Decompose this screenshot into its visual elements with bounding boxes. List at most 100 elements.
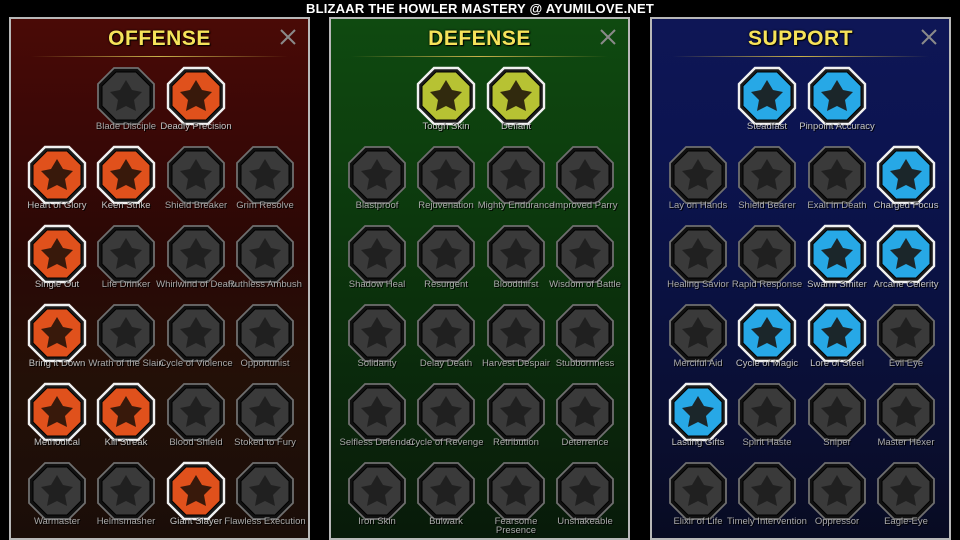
skill-support-0[interactable]: Steadfast	[727, 66, 807, 146]
skill-defense-2[interactable]: Blastproof	[337, 145, 417, 225]
skill-label: Grim Resolve	[236, 200, 294, 211]
skill-label: Unshakeable	[557, 516, 613, 527]
skill-support-6[interactable]: Healing Savior	[658, 224, 738, 304]
evil-eye-icon	[877, 304, 935, 362]
support-title: SUPPORT	[652, 19, 949, 57]
hourglass-icon	[417, 304, 475, 362]
target-hand-icon	[807, 66, 867, 126]
close-x-icon[interactable]	[598, 27, 618, 47]
praying-hands-icon	[669, 146, 727, 204]
skill-support-20[interactable]: Oppressor	[797, 461, 877, 538]
lightning-swarm-icon	[807, 224, 867, 284]
armor-plates-icon	[416, 66, 476, 126]
skill-label: Wisdom of Battle	[549, 279, 621, 290]
skill-defense-3[interactable]: Rejuvenation	[406, 145, 486, 225]
hooded-skull-icon	[738, 462, 796, 520]
skill-offense-6[interactable]: Single Out	[17, 224, 97, 304]
speed-figures-icon	[876, 224, 936, 284]
burning-skull-icon	[487, 383, 545, 441]
skill-support-4[interactable]: Exalt in Death	[797, 145, 877, 225]
skill-label: Flawless Execution	[224, 516, 306, 527]
skill-defense-13[interactable]: Stubbornness	[545, 303, 625, 383]
skill-offense-10[interactable]: Bring it Down	[17, 303, 97, 383]
skill-offense-19[interactable]: Helmsmasher	[86, 461, 166, 538]
skill-defense-4[interactable]: Mighty Endurance	[476, 145, 556, 225]
skill-offense-18[interactable]: Warmaster	[17, 461, 97, 538]
skill-support-5[interactable]: Charged Focus	[866, 145, 946, 225]
skill-offense-5[interactable]: Grim Resolve	[225, 145, 305, 225]
skill-support-13[interactable]: Evil Eye	[866, 303, 946, 383]
skill-defense-14[interactable]: Selfless Defender	[337, 382, 417, 462]
skill-offense-3[interactable]: Keen Strike	[86, 145, 166, 225]
skill-offense-8[interactable]: Whirlwind of Death	[156, 224, 236, 304]
skill-defense-8[interactable]: Bloodthirst	[476, 224, 556, 304]
skill-offense-16[interactable]: Blood Shield	[156, 382, 236, 462]
skill-support-19[interactable]: Timely Intervention	[727, 461, 807, 538]
skill-support-17[interactable]: Master Hexer	[866, 382, 946, 462]
demon-face-icon	[487, 462, 545, 520]
skill-support-2[interactable]: Lay on Hands	[658, 145, 738, 225]
skill-label: Arcane Celerity	[873, 279, 939, 290]
skull-smoke-icon	[808, 146, 866, 204]
skill-offense-20[interactable]: Giant Slayer	[156, 461, 236, 538]
skill-defense-16[interactable]: Retribution	[476, 382, 556, 462]
chest-armor-icon	[348, 146, 406, 204]
skill-support-16[interactable]: Sniper	[797, 382, 877, 462]
chained-heart-icon	[669, 304, 727, 362]
skill-defense-17[interactable]: Deterrence	[545, 382, 625, 462]
blade-arc-icon	[556, 383, 614, 441]
skill-support-1[interactable]: Pinpoint Accuracy	[797, 66, 877, 146]
whirlwind-icon	[167, 225, 225, 283]
skill-defense-10[interactable]: Solidarity	[337, 303, 417, 383]
skill-defense-15[interactable]: Cycle of Revenge	[406, 382, 486, 462]
skill-offense-11[interactable]: Wrath of the Slain	[86, 303, 166, 383]
skill-support-3[interactable]: Shield Bearer	[727, 145, 807, 225]
defender-icon	[348, 383, 406, 441]
skill-offense-12[interactable]: Cycle of Violence	[156, 303, 236, 383]
skill-defense-6[interactable]: Shadow Heal	[337, 224, 417, 304]
skill-offense-2[interactable]: Heart of Glory	[17, 145, 97, 225]
skill-offense-17[interactable]: Stoked to Fury	[225, 382, 305, 462]
skill-defense-12[interactable]: Harvest Despair	[476, 303, 556, 383]
heart-skull-icon	[487, 225, 545, 283]
charged-hand-icon	[876, 145, 936, 205]
skill-offense-13[interactable]: Opportunist	[225, 303, 305, 383]
skill-offense-7[interactable]: Life Drinker	[86, 224, 166, 304]
skill-defense-5[interactable]: Improved Parry	[545, 145, 625, 225]
skill-offense-0[interactable]: Blade Disciple	[86, 66, 166, 146]
skill-offense-14[interactable]: Methodical	[17, 382, 97, 462]
skill-defense-11[interactable]: Delay Death	[406, 303, 486, 383]
skill-offense-15[interactable]: Kill Streak	[86, 382, 166, 462]
raised-fist-icon	[97, 304, 155, 362]
skill-support-7[interactable]: Rapid Response	[727, 224, 807, 304]
skill-support-8[interactable]: Swarm Smiter	[797, 224, 877, 304]
skill-label: Stoked to Fury	[234, 437, 296, 448]
skill-support-14[interactable]: Lasting Gifts	[658, 382, 738, 462]
skill-support-11[interactable]: Cycle of Magic	[727, 303, 807, 383]
skill-offense-1[interactable]: Deadly Precision	[156, 66, 236, 146]
skill-defense-9[interactable]: Wisdom of Battle	[545, 224, 625, 304]
skill-defense-20[interactable]: Fearsome Presence	[476, 461, 556, 538]
skill-defense-7[interactable]: Resurgent	[406, 224, 486, 304]
muscled-body-icon	[487, 146, 545, 204]
sword-shield-icon	[167, 383, 225, 441]
skill-support-12[interactable]: Lore of Steel	[797, 303, 877, 383]
close-x-icon[interactable]	[919, 27, 939, 47]
skill-support-18[interactable]: Elixir of Life	[658, 461, 738, 538]
skill-support-15[interactable]: Spirit Haste	[727, 382, 807, 462]
skill-defense-21[interactable]: Unshakeable	[545, 461, 625, 538]
skill-defense-18[interactable]: Iron Skin	[337, 461, 417, 538]
crowned-heart-icon	[236, 146, 294, 204]
skill-offense-4[interactable]: Shield Breaker	[156, 145, 236, 225]
close-x-icon[interactable]	[278, 27, 298, 47]
eagle-icon	[877, 462, 935, 520]
skill-defense-0[interactable]: Tough Skin	[406, 66, 486, 146]
skill-defense-1[interactable]: Defiant	[476, 66, 556, 146]
skill-support-10[interactable]: Merciful Aid	[658, 303, 738, 383]
skill-support-21[interactable]: Eagle-Eye	[866, 461, 946, 538]
aura-shield-icon	[738, 146, 796, 204]
skill-offense-9[interactable]: Ruthless Ambush	[225, 224, 305, 304]
skill-label: Pinpoint Accuracy	[799, 121, 875, 132]
skill-support-9[interactable]: Arcane Celerity	[866, 224, 946, 304]
skill-offense-21[interactable]: Flawless Execution	[224, 461, 306, 538]
